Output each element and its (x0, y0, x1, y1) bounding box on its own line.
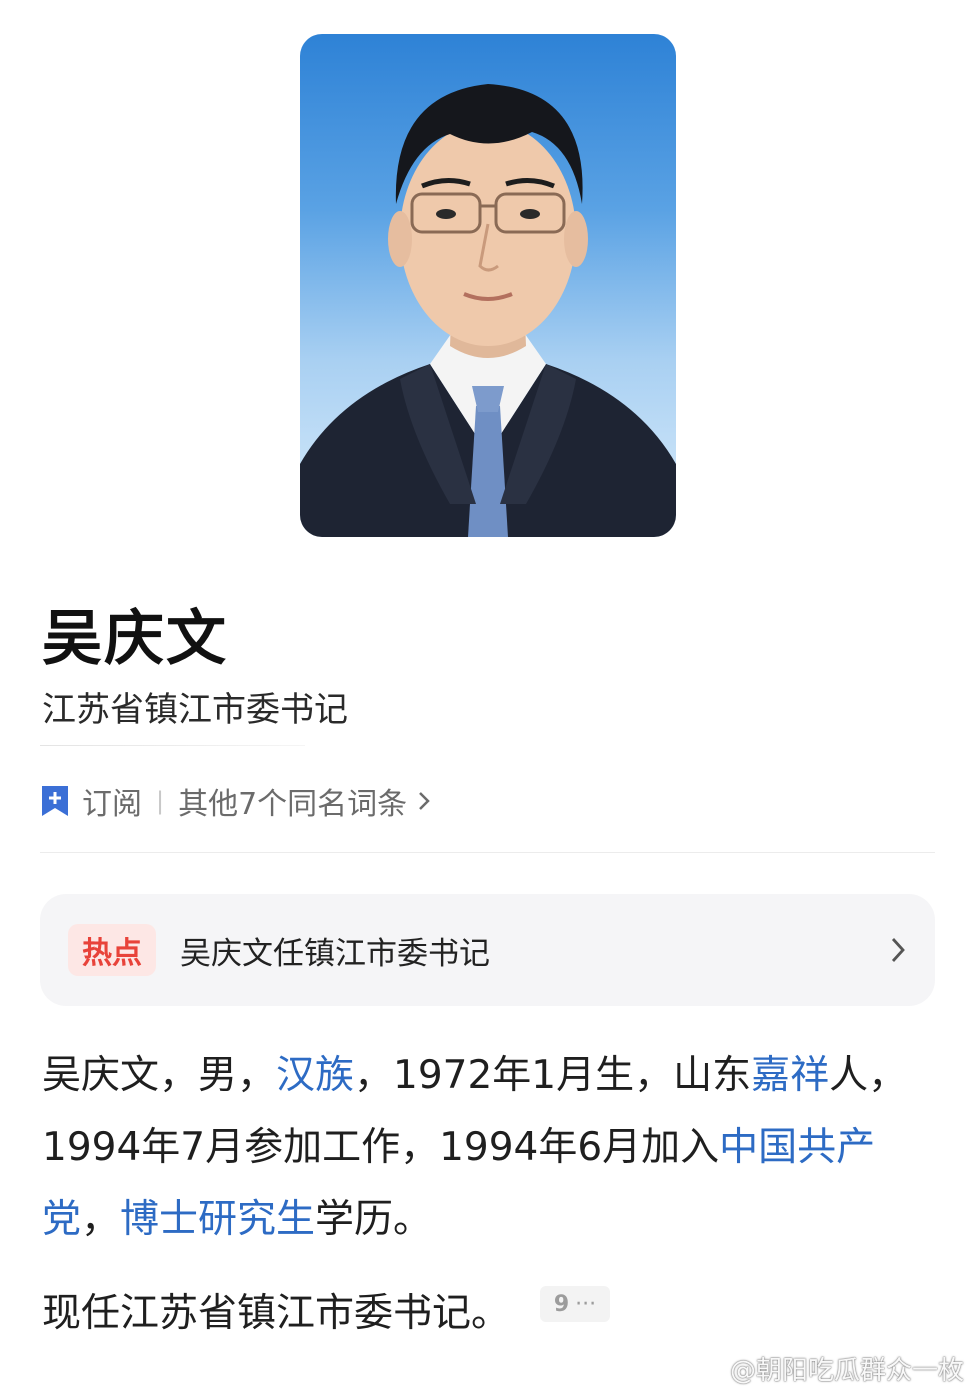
subscribe-button[interactable]: 订阅 (82, 779, 142, 823)
birthplace-link[interactable]: 嘉祥 (751, 1053, 829, 1098)
biography-paragraph: 吴庆文，男，汉族，1972年1月生，山东嘉祥人，1994年7月参加工作，1994… (42, 1040, 942, 1256)
bio-text: 吴庆文，男， (42, 1053, 277, 1098)
profile-photo[interactable] (300, 34, 676, 537)
weibo-icon (692, 1357, 725, 1382)
hot-news-text[interactable]: 吴庆文任镇江市委书记 (180, 928, 490, 973)
chevron-right-icon[interactable] (417, 789, 431, 813)
watermark: @朝阳吃瓜群众一枚 (692, 1350, 964, 1387)
watermark-text: @朝阳吃瓜群众一枚 (729, 1356, 964, 1386)
bio-text: ，1972年1月生，山东 (354, 1053, 752, 1098)
hot-news-card[interactable]: 热点 吴庆文任镇江市委书记 (40, 894, 935, 1006)
page-title: 吴庆文 (42, 604, 228, 674)
more-icon: ··· (575, 1291, 597, 1317)
divider (40, 745, 305, 746)
reference-number: 9 (553, 1291, 570, 1317)
reference-badge[interactable]: 9 ··· (540, 1286, 611, 1322)
person-photo-illustration (300, 84, 676, 537)
ethnicity-link[interactable]: 汉族 (276, 1053, 354, 1098)
degree-link[interactable]: 博士研究生 (120, 1197, 315, 1242)
current-position-text: 现任江苏省镇江市委书记。 (42, 1291, 511, 1336)
action-row: 订阅 | 其他7个同名词条 (40, 778, 431, 824)
bookmark-add-icon[interactable] (40, 784, 70, 818)
divider (40, 852, 935, 853)
position-subtitle: 江苏省镇江市委书记 (42, 690, 348, 730)
hot-badge: 热点 (68, 924, 156, 976)
separator: | (156, 787, 165, 815)
current-position-paragraph: 现任江苏省镇江市委书记。 9 ··· (42, 1282, 611, 1338)
same-name-entries-link[interactable]: 其他7个同名词条 (178, 779, 407, 823)
bio-text: ， (81, 1197, 121, 1242)
chevron-right-icon[interactable] (889, 934, 907, 966)
bio-text: 学历。 (315, 1197, 433, 1242)
